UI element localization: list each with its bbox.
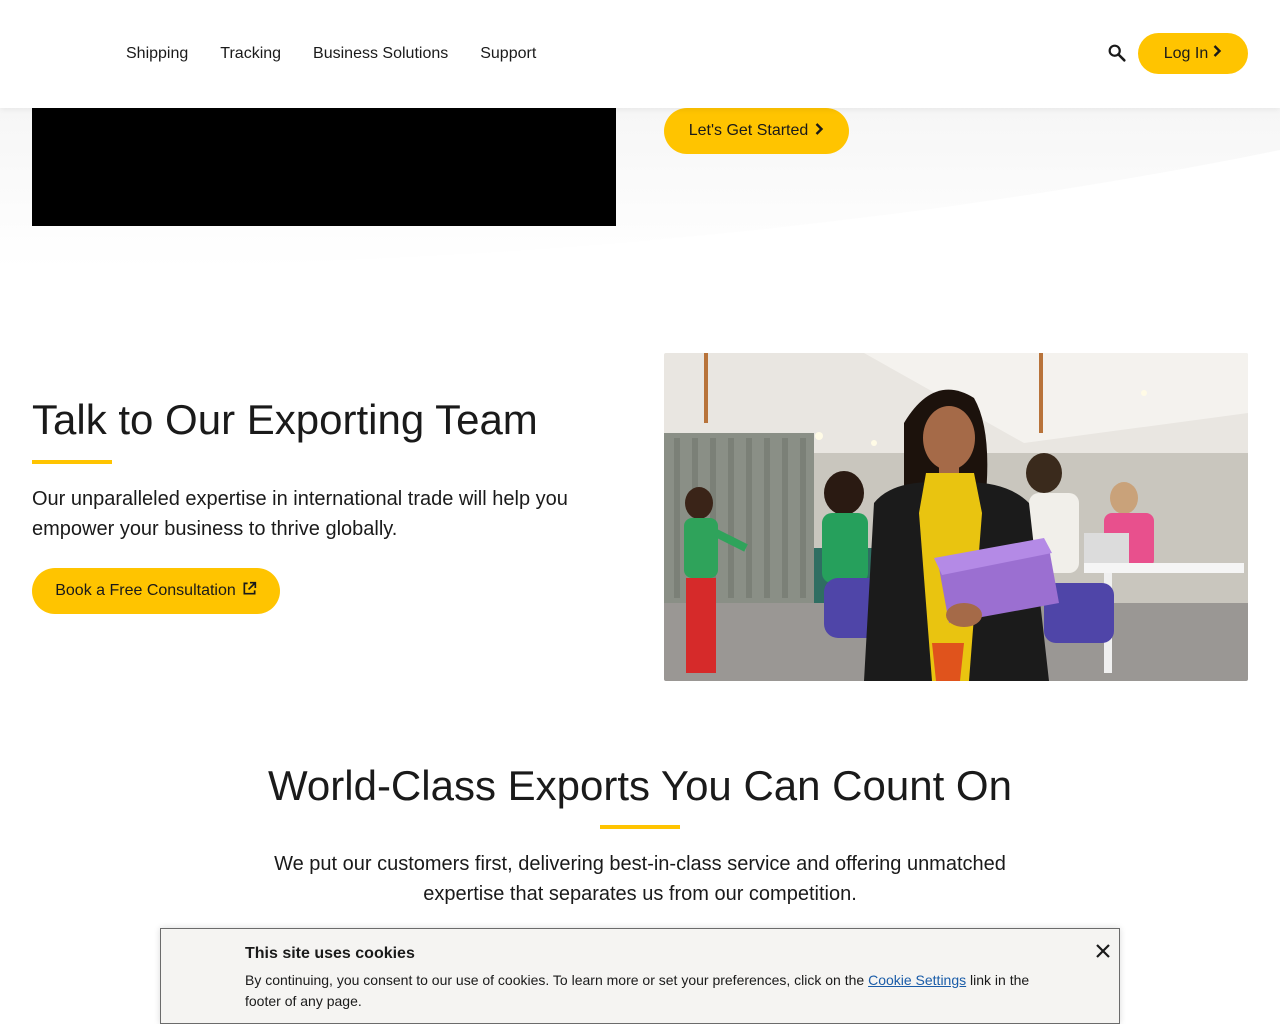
cookie-text-before: By continuing, you consent to our use of… bbox=[245, 972, 869, 988]
get-started-label: Let's Get Started bbox=[688, 122, 809, 139]
chevron-right-icon bbox=[814, 122, 824, 141]
nav-business-solutions[interactable]: Business Solutions bbox=[313, 44, 448, 64]
book-consultation-button[interactable]: Book a Free Consultation bbox=[32, 568, 280, 614]
login-button[interactable]: Log In bbox=[1138, 33, 1248, 74]
cookie-banner: This site uses cookies By continuing, yo… bbox=[160, 928, 1120, 1024]
nav-shipping[interactable]: Shipping bbox=[126, 44, 188, 64]
book-consultation-label: Book a Free Consultation bbox=[55, 582, 236, 599]
nav-support[interactable]: Support bbox=[480, 44, 536, 64]
world-section-title: World-Class Exports You Can Count On bbox=[268, 762, 1012, 809]
team-photo bbox=[664, 353, 1248, 681]
cookie-settings-link[interactable]: Cookie Settings bbox=[868, 972, 966, 988]
hero-video[interactable] bbox=[32, 108, 616, 226]
login-label: Log In bbox=[1163, 44, 1209, 62]
nav-tracking[interactable]: Tracking bbox=[220, 44, 281, 64]
world-section-body: We put our customers first, delivering b… bbox=[274, 853, 1006, 905]
close-icon[interactable] bbox=[1093, 941, 1115, 963]
title-underline bbox=[32, 460, 112, 464]
cookie-text: By continuing, you consent to our use of… bbox=[245, 970, 1045, 1012]
search-icon[interactable] bbox=[1106, 42, 1130, 66]
title-underline bbox=[600, 825, 680, 829]
site-header: Shipping Tracking Business Solutions Sup… bbox=[0, 0, 1280, 108]
external-link-icon bbox=[242, 581, 257, 601]
cookie-title: This site uses cookies bbox=[245, 945, 415, 962]
talk-section-body: Our unparalleled expertise in internatio… bbox=[32, 488, 568, 540]
main-nav: Shipping Tracking Business Solutions Sup… bbox=[126, 44, 536, 64]
chevron-right-icon bbox=[1212, 44, 1222, 63]
talk-section-title: Talk to Our Exporting Team bbox=[32, 396, 538, 443]
get-started-button[interactable]: Let's Get Started bbox=[664, 108, 849, 154]
